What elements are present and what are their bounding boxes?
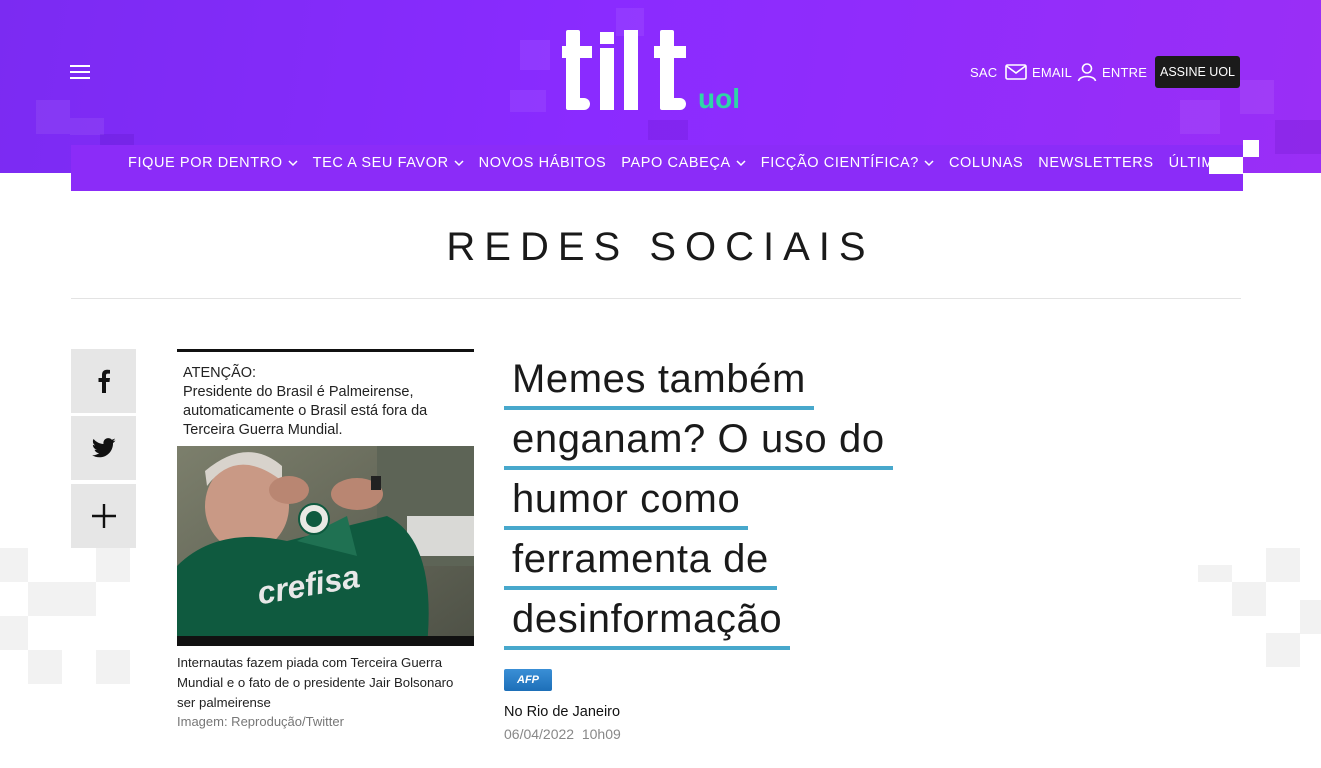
meme-heading: ATENÇÃO: (183, 365, 257, 381)
nav-item-fique-por-dentro[interactable]: FIQUE POR DENTRO (128, 155, 298, 171)
assine-uol-button[interactable]: ASSINE UOL (1155, 56, 1240, 88)
email-link[interactable]: EMAIL (1005, 56, 1072, 88)
pixel-decoration (1300, 600, 1321, 634)
main-nav: FIQUE POR DENTRO TEC A SEU FAVOR NOVOS H… (128, 145, 1250, 181)
pixel-decoration (1266, 548, 1300, 582)
headline-line: enganam? O uso do (504, 410, 893, 470)
nav-item-newsletters[interactable]: NEWSLETTERS (1038, 155, 1153, 171)
nav-label: NEWSLETTERS (1038, 155, 1154, 171)
mail-icon (1005, 64, 1027, 80)
photo: crefisa (177, 446, 474, 646)
date-value: 06/04/2022 (504, 726, 575, 742)
share-more-button[interactable] (71, 484, 136, 548)
pixel-decoration (1240, 80, 1274, 114)
pixel-decoration (520, 40, 550, 70)
nav-label: PAPO CABEÇA (621, 155, 731, 171)
nav-item-tec-a-seu-favor[interactable]: TEC A SEU FAVOR (313, 155, 464, 171)
pixel-decoration (70, 118, 104, 135)
pixel-decoration (96, 548, 130, 582)
pixel-decoration (28, 650, 62, 684)
pixel-decoration (1266, 633, 1300, 667)
pixel-decoration (1275, 120, 1321, 154)
pixel-decoration (1198, 565, 1232, 582)
pixel-decoration (0, 548, 28, 582)
image-caption: Internautas fazem piada com Terceira Gue… (177, 655, 454, 710)
article-image[interactable]: ATENÇÃO: Presidente do Brasil é Palmeire… (177, 349, 474, 646)
image-credit: Imagem: Reprodução/Twitter (177, 714, 344, 729)
chevron-down-icon (288, 160, 298, 167)
nav-item-papo-cabeca[interactable]: PAPO CABEÇA (621, 155, 746, 171)
chevron-down-icon (924, 160, 934, 167)
section-title[interactable]: REDES SOCIAIS (0, 225, 1321, 270)
pixel-decoration (96, 650, 130, 684)
share-facebook-button[interactable] (71, 349, 136, 413)
nav-label: TEC A SEU FAVOR (312, 155, 449, 171)
nav-item-colunas[interactable]: COLUNAS (949, 155, 1023, 171)
tilt-logo[interactable]: uol (562, 28, 752, 118)
nav-label: ÚLTIMAS (1168, 155, 1235, 171)
headline-line: ferramenta de (504, 530, 777, 590)
sac-label: SAC (970, 64, 998, 80)
pixel-decoration (1180, 100, 1220, 134)
headline-line: Memes também (504, 350, 814, 410)
svg-text:uol: uol (698, 83, 740, 114)
facebook-icon (98, 369, 110, 393)
article-location: No Rio de Janeiro (504, 704, 621, 720)
nav-item-novos-habitos[interactable]: NOVOS HÁBITOS (479, 155, 607, 171)
pixel-decoration (510, 90, 546, 112)
divider (71, 298, 1241, 299)
entre-link[interactable]: ENTRE (1077, 56, 1147, 88)
afp-logo: AFP (504, 669, 552, 691)
menu-icon[interactable] (70, 62, 90, 82)
nav-label: COLUNAS (948, 155, 1024, 171)
nav-label: FICÇÃO CIENTÍFICA? (760, 155, 919, 171)
nav-label: FIQUE POR DENTRO (128, 155, 283, 171)
pixel-decoration (36, 100, 70, 134)
plus-icon (91, 504, 116, 528)
nav-item-ficcao-cientifica[interactable]: FICÇÃO CIENTÍFICA? (761, 155, 934, 171)
meme-text: Presidente do Brasil é Palmeirense, auto… (183, 384, 428, 438)
meme-text-block: ATENÇÃO: Presidente do Brasil é Palmeire… (183, 364, 468, 440)
email-label: EMAIL (1032, 64, 1073, 80)
nav-item-ultimas[interactable]: ÚLTIMAS (1169, 155, 1235, 171)
headline-line: desinformação (504, 590, 791, 650)
headline-line: humor como (504, 470, 749, 530)
chevron-down-icon (736, 160, 746, 167)
share-twitter-button[interactable] (71, 416, 136, 480)
entre-label: ENTRE (1102, 64, 1148, 80)
pixel-decoration (1232, 582, 1266, 616)
user-icon (1077, 63, 1097, 82)
twitter-icon (91, 438, 116, 458)
pixel-decoration (648, 120, 688, 140)
nav-label: NOVOS HÁBITOS (478, 155, 607, 171)
time-value: 10h09 (581, 726, 621, 742)
pixel-decoration (0, 616, 28, 650)
chevron-down-icon (454, 160, 464, 167)
pixel-decoration (28, 582, 96, 616)
photo-illustration: crefisa (177, 446, 474, 646)
article-date: 06/04/2022 10h09 (504, 726, 621, 742)
sac-link[interactable]: SAC (970, 56, 997, 88)
